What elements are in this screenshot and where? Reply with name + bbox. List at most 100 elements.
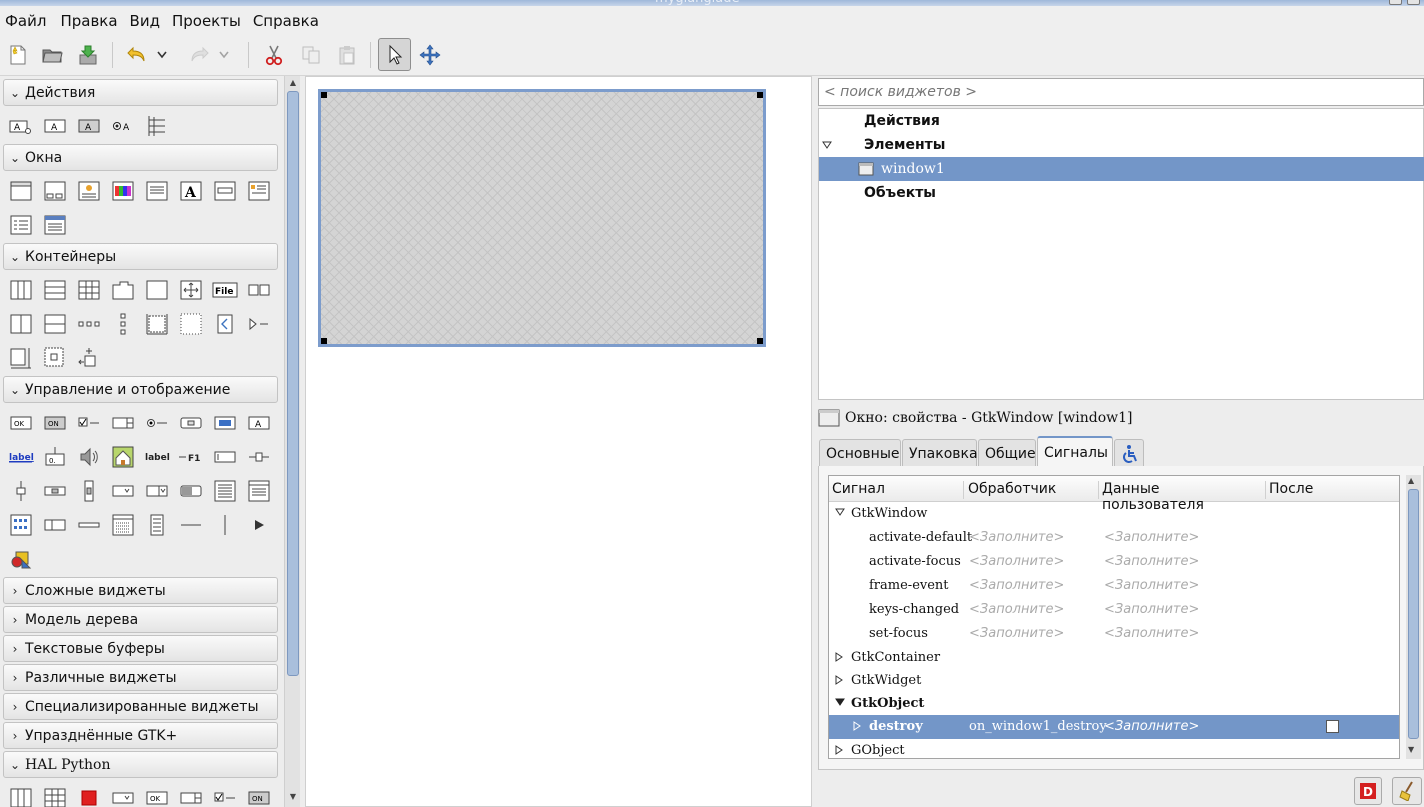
scroll-down-icon[interactable]: ▼ (1408, 745, 1414, 754)
dialog-widget-icon[interactable] (38, 176, 72, 206)
palette-scrollbar[interactable]: ▲ ▼ (284, 76, 300, 807)
button-box-icon[interactable] (242, 275, 276, 305)
tree-item-elements[interactable]: Элементы (819, 133, 1424, 157)
volume-button-icon[interactable] (72, 442, 106, 472)
tab-packing[interactable]: Упаковка (902, 439, 978, 466)
hal-combobox-icon[interactable] (106, 783, 140, 807)
hseparator-icon[interactable] (174, 510, 208, 540)
redo-dropdown[interactable] (214, 39, 234, 71)
scroll-up-icon[interactable]: ▲ (287, 78, 299, 90)
expander-down-icon[interactable] (835, 508, 845, 516)
open-button[interactable] (36, 39, 68, 71)
save-button[interactable] (72, 39, 104, 71)
notebook-icon[interactable] (106, 275, 140, 305)
user-data-cell[interactable]: <Заполните> (1104, 554, 1199, 569)
combo-box-entry-icon[interactable] (140, 476, 174, 506)
tree-item-actions[interactable]: Действия (819, 109, 1424, 133)
table-row[interactable]: keys-changed <Заполните> <Заполните> (829, 598, 1399, 622)
scrollbar-thumb[interactable] (1408, 489, 1419, 739)
color-button-icon[interactable] (208, 408, 242, 438)
close-button[interactable] (1407, 0, 1420, 5)
expander-right-icon[interactable] (835, 745, 843, 755)
text-view-scrolled-icon[interactable] (242, 476, 276, 506)
menu-projects[interactable]: Проекты (167, 12, 246, 30)
tree-view-icon[interactable] (106, 510, 140, 540)
expander-right-icon[interactable] (835, 652, 843, 662)
palette-group-misc[interactable]: › Различные виджеты (3, 664, 278, 691)
resize-handle[interactable] (757, 92, 763, 98)
table-row[interactable]: GtkContainer (829, 646, 1399, 670)
palette-group-deprecated[interactable]: › Упразднённые GTK+ (3, 722, 278, 749)
vseparator-icon[interactable] (208, 510, 242, 540)
vscrollbar-icon[interactable] (72, 476, 106, 506)
alignment-icon[interactable] (38, 343, 72, 373)
combo-box-icon[interactable] (106, 476, 140, 506)
hpaned-icon[interactable] (4, 309, 38, 339)
viewport-icon[interactable] (208, 309, 242, 339)
resize-handle[interactable] (321, 92, 327, 98)
color-selection-dialog-icon[interactable] (106, 176, 140, 206)
expander-down-icon[interactable] (822, 141, 832, 149)
frame-icon[interactable] (140, 275, 174, 305)
hal-button-icon[interactable]: OK (140, 783, 174, 807)
radio-action-icon[interactable]: A (72, 111, 106, 141)
text-view-icon[interactable] (208, 476, 242, 506)
label-icon[interactable]: label (140, 442, 174, 472)
scrollbar-thumb[interactable] (287, 91, 299, 676)
menu-edit[interactable]: Правка (55, 12, 122, 30)
message-dialog-icon[interactable] (242, 176, 276, 206)
table-row[interactable]: GtkWidget (829, 669, 1399, 693)
column-signal[interactable]: Сигнал (829, 481, 964, 499)
column-after[interactable]: После (1266, 481, 1399, 499)
scroll-down-icon[interactable]: ▼ (287, 792, 299, 804)
menubar-icon[interactable] (72, 309, 106, 339)
assistant-icon[interactable] (38, 210, 72, 240)
image-icon[interactable] (106, 442, 140, 472)
handler-cell[interactable]: <Заполните> (969, 626, 1064, 641)
adjustment-icon[interactable]: 0. (38, 442, 72, 472)
expander-right-icon[interactable] (835, 675, 843, 685)
link-button-icon[interactable]: label (4, 442, 38, 472)
undo-dropdown[interactable] (152, 39, 172, 71)
vscale-icon[interactable] (4, 476, 38, 506)
signals-scrollbar[interactable]: ▲ ▼ (1406, 475, 1421, 759)
column-handler[interactable]: Обработчик (965, 481, 1099, 499)
menu-file[interactable]: Файл (0, 12, 51, 30)
font-button-icon[interactable]: A (242, 408, 276, 438)
drag-resize-button[interactable] (414, 39, 446, 71)
palette-group-containers[interactable]: ⌄ Контейнеры (3, 243, 278, 270)
icon-view-icon[interactable] (4, 510, 38, 540)
radio-button-action-icon[interactable]: A (106, 111, 140, 141)
palette-group-tree-model[interactable]: › Модель дерева (3, 606, 278, 633)
design-canvas[interactable] (305, 76, 812, 807)
file-chooser-dialog-icon[interactable] (140, 176, 174, 206)
table-row[interactable]: set-focus <Заполните> <Заполните> (829, 622, 1399, 646)
delete-signal-button[interactable]: D (1354, 777, 1382, 805)
hscale-icon[interactable] (242, 442, 276, 472)
user-data-cell[interactable]: <Заполните> (1104, 578, 1199, 593)
accel-label-icon[interactable]: F1 (174, 442, 208, 472)
handler-cell[interactable]: <Заполните> (969, 554, 1064, 569)
widget-search-input[interactable]: < поиск виджетов > (818, 78, 1424, 106)
menu-view[interactable]: Вид (125, 12, 165, 30)
tab-common[interactable]: Общие (978, 439, 1036, 466)
progress-bar-icon[interactable] (174, 476, 208, 506)
radio-button-icon[interactable] (140, 408, 174, 438)
handle-box-icon[interactable] (4, 343, 38, 373)
toggle-button-icon[interactable]: ON (38, 408, 72, 438)
vbox-icon[interactable] (38, 275, 72, 305)
expander-icon[interactable] (242, 309, 276, 339)
vpaned-icon[interactable] (38, 309, 72, 339)
palette-group-windows[interactable]: ⌄ Окна (3, 144, 278, 171)
file-chooser-button-icon[interactable]: File (208, 275, 242, 305)
arrow-icon[interactable] (242, 510, 276, 540)
redo-button[interactable] (183, 39, 215, 71)
event-box-icon[interactable] (72, 343, 106, 373)
cut-button[interactable] (258, 39, 290, 71)
table-row-selected[interactable]: destroy on_window1_destroy <Заполните> (829, 715, 1399, 739)
resize-handle[interactable] (321, 338, 327, 344)
hal-led-icon[interactable] (72, 783, 106, 807)
after-checkbox[interactable] (1326, 720, 1339, 733)
drawing-area-icon[interactable] (4, 544, 38, 574)
scrolled-window-icon[interactable] (174, 309, 208, 339)
